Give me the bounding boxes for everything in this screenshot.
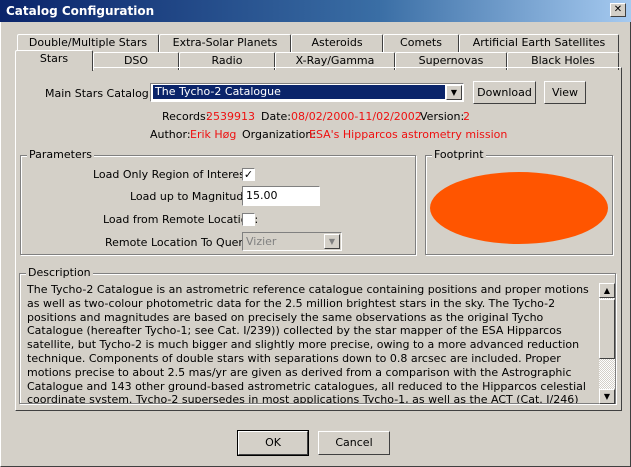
window-title: Catalog Configuration <box>6 4 155 18</box>
remote-query-value: Vizier <box>246 235 277 248</box>
remote-location-checkbox[interactable] <box>242 213 255 226</box>
stars-tab-panel: Main Stars Catalog: The Tycho-2 Catalogu… <box>15 67 622 411</box>
region-of-interest-label: Load Only Region of Interest: <box>93 168 253 181</box>
remote-query-label: Remote Location To Query: <box>105 236 253 249</box>
check-icon: ✓ <box>243 168 254 181</box>
version-value: 2 <box>463 110 470 123</box>
cancel-button[interactable]: Cancel <box>318 431 390 455</box>
parameters-group: Parameters Load Only Region of Interest:… <box>20 148 416 255</box>
version-label: Version: <box>420 110 465 123</box>
magnitude-label: Load up to Magnitude: <box>130 190 254 203</box>
main-catalog-selected: The Tycho-2 Catalogue <box>153 85 445 99</box>
date-value: 08/02/2000-11/02/2002 <box>291 110 422 123</box>
parameters-title: Parameters <box>27 148 94 161</box>
footprint-ellipse <box>430 172 608 244</box>
main-catalog-select[interactable]: The Tycho-2 Catalogue ▼ <box>150 83 464 102</box>
tab-extra-solar-planets[interactable]: Extra-Solar Planets <box>159 34 291 52</box>
remote-query-select: Vizier ▼ <box>242 232 342 251</box>
title-bar[interactable]: Catalog Configuration ✕ <box>0 0 631 22</box>
organization-value: ESA's Hipparcos astrometry mission <box>309 128 508 141</box>
tab-stars[interactable]: Stars <box>15 50 93 71</box>
scroll-up-icon[interactable]: ▲ <box>599 283 615 298</box>
region-of-interest-checkbox[interactable]: ✓ <box>242 168 255 181</box>
main-catalog-label: Main Stars Catalog: <box>45 87 153 100</box>
chevron-down-icon: ▼ <box>324 234 340 249</box>
author-label: Author: <box>150 128 191 141</box>
tab-artificial-earth-satellites[interactable]: Artificial Earth Satellites <box>459 34 619 52</box>
scroll-thumb[interactable] <box>599 299 615 359</box>
date-label: Date: <box>261 110 291 123</box>
chevron-down-icon[interactable]: ▼ <box>446 85 462 100</box>
tab-comets[interactable]: Comets <box>383 34 459 52</box>
records-value: 2539913 <box>206 110 255 123</box>
description-scrollbar[interactable]: ▲ ▼ <box>599 283 615 404</box>
close-button[interactable]: ✕ <box>610 3 626 17</box>
remote-location-label: Load from Remote Location: <box>103 213 259 226</box>
organization-label: Organization: <box>242 128 317 141</box>
view-button[interactable]: View <box>544 81 586 104</box>
magnitude-input[interactable]: 15.00 <box>242 186 320 206</box>
footprint-group: Footprint <box>425 148 613 255</box>
footprint-map <box>430 172 608 244</box>
footprint-title: Footprint <box>432 148 486 161</box>
description-title: Description <box>26 266 93 279</box>
scroll-down-icon[interactable]: ▼ <box>599 389 615 404</box>
download-button[interactable]: Download <box>473 81 536 104</box>
author-value: Erik Høg <box>190 128 237 141</box>
description-group: Description The Tycho-2 Catalogue is an … <box>19 266 616 404</box>
tab-asteroids[interactable]: Asteroids <box>291 34 383 52</box>
records-label: Records: <box>162 110 210 123</box>
ok-button[interactable]: OK <box>237 430 309 456</box>
description-text: The Tycho-2 Catalogue is an astrometric … <box>27 283 589 403</box>
